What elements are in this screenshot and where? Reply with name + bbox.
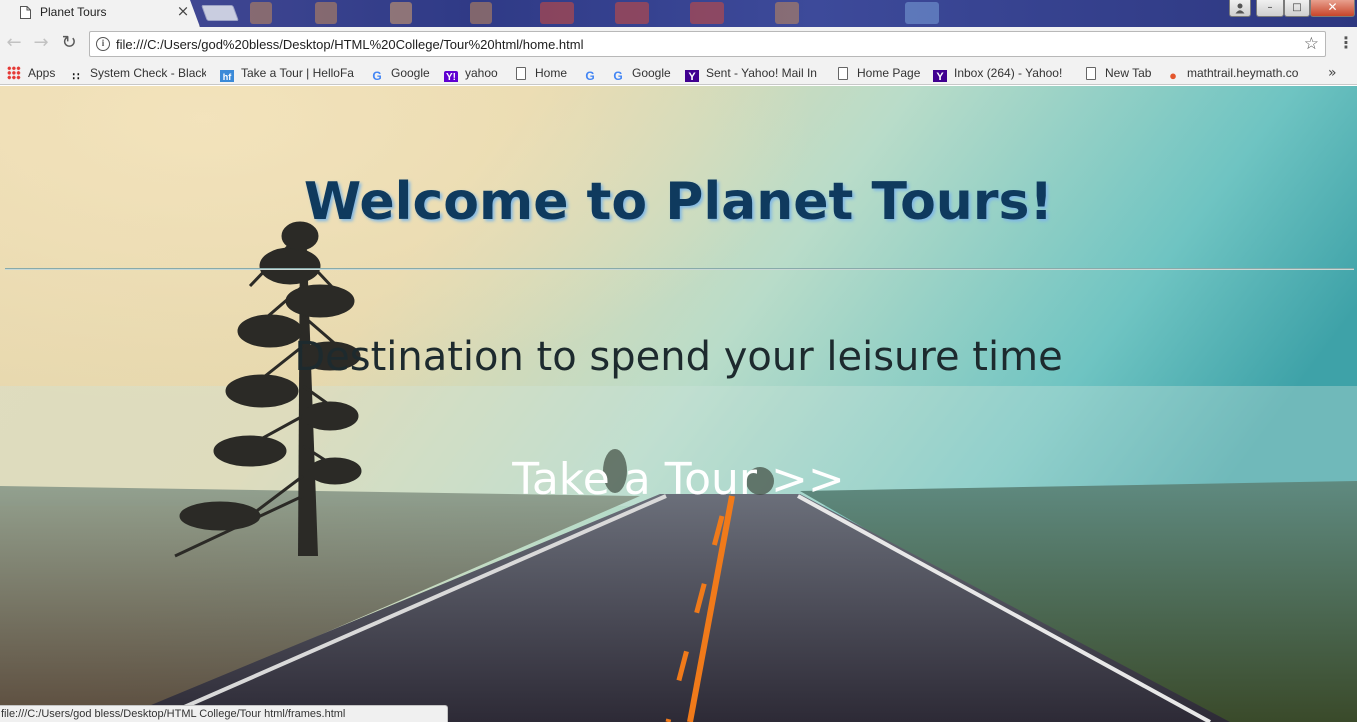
bookmark-label: Sent - Yahoo! Mail In [706, 66, 817, 80]
bookmark-label: Home [535, 66, 568, 80]
minimize-window-button[interactable]: – [1256, 0, 1284, 17]
browser-tab-planet-tours[interactable]: Planet Tours × [0, 0, 200, 27]
bookmark-google[interactable]: G Google [370, 64, 435, 82]
address-bar[interactable]: i file:///C:/Users/god%20bless/Desktop/H… [89, 31, 1326, 57]
horizontal-divider [5, 268, 1354, 270]
bookmark-label: Google [391, 66, 430, 80]
bookmark-label: Google [632, 66, 671, 80]
desktop-icon-glimpse [690, 2, 724, 24]
maximize-window-button[interactable]: □ [1284, 0, 1310, 17]
bookmark-google-2[interactable]: G Google [611, 64, 676, 82]
browser-tab-strip: Planet Tours × – □ ✕ [0, 0, 1357, 27]
google-icon: G [613, 69, 623, 82]
page-favicon-icon [20, 6, 31, 19]
page-icon [516, 67, 526, 80]
desktop-icon-glimpse [540, 2, 574, 24]
desktop-icon-glimpse [250, 2, 272, 24]
bookmark-inbox-yahoo[interactable]: Y Inbox (264) - Yahoo! [933, 64, 1071, 82]
site-info-icon[interactable]: i [96, 37, 110, 51]
yahoo-mail-icon: Y [685, 70, 699, 82]
apps-grid-icon [7, 66, 21, 80]
hellofax-icon: hf [220, 70, 234, 82]
tab-title: Planet Tours [40, 5, 107, 19]
bookmark-label: Inbox (264) - Yahoo! [954, 66, 1063, 80]
browser-toolbar: ← → ↻ i file:///C:/Users/god%20bless/Des… [0, 27, 1357, 61]
bookmark-label: Home Page [857, 66, 921, 80]
desktop-icon-glimpse [315, 2, 337, 24]
desktop-icon-glimpse [905, 2, 939, 24]
bookmark-mathtrail[interactable]: ● mathtrail.heymath.co [1166, 64, 1306, 82]
address-bar-url[interactable]: file:///C:/Users/god%20bless/Desktop/HTM… [116, 37, 583, 52]
bookmark-label: New Tab [1105, 66, 1152, 80]
bookmark-home-page[interactable]: Home Page [836, 64, 924, 82]
bookmark-label: System Check - Black [90, 66, 206, 80]
reload-icon[interactable]: ↻ [58, 33, 80, 55]
bookmark-take-a-tour-hellofax[interactable]: hf Take a Tour | HelloFa [220, 64, 355, 82]
bookmarks-bar: Apps ∷ System Check - Black hf Take a Tour… [0, 61, 1357, 85]
bookmark-sent-yahoo-mail[interactable]: Y Sent - Yahoo! Mail In [685, 64, 823, 82]
close-window-button[interactable]: ✕ [1310, 0, 1355, 17]
take-a-tour-container: Take a Tour >> [0, 454, 1357, 505]
forward-arrow-icon[interactable]: → [30, 33, 52, 55]
bookmark-label: mathtrail.heymath.co [1187, 66, 1299, 80]
bookmark-apps[interactable]: Apps [7, 64, 62, 82]
google-icon: G [585, 69, 595, 82]
blackboard-icon: ∷ [72, 71, 80, 82]
page-tagline: Destination to spend your leisure time [294, 334, 1063, 380]
google-icon: G [372, 69, 382, 82]
bookmark-star-icon[interactable]: ☆ [1304, 34, 1319, 54]
page-title: Welcome to Planet Tours! [303, 172, 1054, 232]
desktop-icon-glimpse [615, 2, 649, 24]
bookmark-label: yahoo [465, 66, 498, 80]
map-pin-icon: ● [1169, 68, 1177, 83]
status-bar-link-preview: file:///C:/Users/god bless/Desktop/HTML … [0, 705, 448, 722]
bookmark-system-check[interactable]: ∷ System Check - Black [69, 64, 207, 82]
take-a-tour-link[interactable]: Take a Tour >> [512, 454, 845, 505]
yahoo-icon: Y! [444, 71, 458, 82]
user-profile-icon[interactable] [1229, 0, 1251, 17]
bookmark-google-unlabeled[interactable]: G [583, 64, 601, 82]
bookmark-yahoo[interactable]: Y! yahoo [444, 64, 504, 82]
page-icon [1086, 67, 1096, 80]
desktop-icon-glimpse [775, 2, 799, 24]
new-tab-button[interactable] [201, 5, 239, 21]
page-viewport: Welcome to Planet Tours! Destination to … [0, 86, 1357, 722]
bookmark-label: Take a Tour | HelloFa [241, 66, 354, 80]
tab-close-icon[interactable]: × [176, 3, 190, 19]
bookmark-new-tab[interactable]: New Tab [1084, 64, 1158, 82]
desktop-icon-glimpse [390, 2, 412, 24]
yahoo-mail-icon: Y [933, 70, 947, 82]
browser-menu-icon[interactable]: ⋮ [1338, 34, 1354, 54]
page-icon [838, 67, 848, 80]
back-arrow-icon[interactable]: ← [3, 33, 25, 55]
bookmark-label: Apps [28, 66, 56, 80]
bookmark-home[interactable]: Home [514, 64, 574, 82]
desktop-icon-glimpse [470, 2, 492, 24]
more-bookmarks-chevron-icon[interactable]: » [1328, 64, 1337, 82]
